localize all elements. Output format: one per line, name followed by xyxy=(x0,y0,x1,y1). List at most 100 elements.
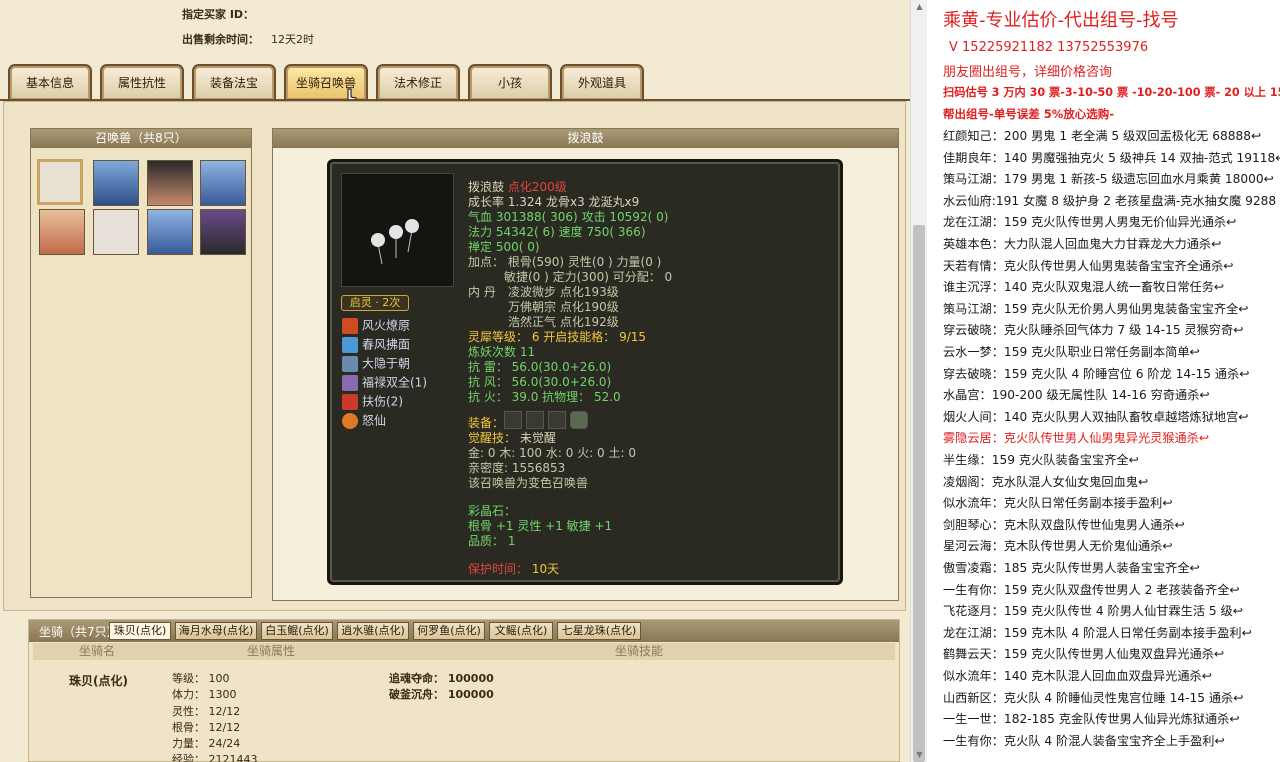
pet-list: 召唤兽（共8只） xyxy=(30,128,252,598)
tab-child[interactable]: 小孩 xyxy=(468,64,552,100)
ad-title: 乘黄-专业估价-代出组号-找号 xyxy=(943,10,1179,31)
ad-list-item: 傲雪凌霜：185 克火队传世男人装备宝宝齐全↩ xyxy=(943,561,1200,575)
ad-list-item: 龙在江湖：159 克火队传世男人男鬼无价仙异光通杀↩ xyxy=(943,215,1237,230)
tab-spells[interactable]: 法术修正 xyxy=(376,64,460,100)
pet-portrait-6[interactable] xyxy=(93,209,139,255)
mount-tab-3[interactable]: 白玉鲲(点化) xyxy=(261,622,333,640)
resist-fire: 抗 火： 39.0 抗物理： 52.0 xyxy=(468,390,621,404)
skill-5[interactable]: 扶伤(2) xyxy=(342,394,403,412)
page-scrollbar[interactable]: ▲ ▼ xyxy=(910,0,927,762)
ad-list-item: 策马江湖：179 男鬼 1 新孩-5 级遗忘回血水月乘黄 18000↩ xyxy=(943,172,1274,187)
ad-list-item: 似水流年：140 克木队混人回血血双盘异光通杀↩ xyxy=(943,669,1212,683)
buyer-id-label: 指定买家 ID： xyxy=(182,8,255,21)
pet-portrait-2[interactable] xyxy=(93,160,139,206)
remaining-time-label: 出售剩余时间： xyxy=(182,33,259,46)
skill-4[interactable]: 福禄双全(1) xyxy=(342,375,427,393)
resist-thunder: 抗 雷： 56.0(30.0+26.0) xyxy=(468,360,612,374)
pet-portrait-5[interactable] xyxy=(39,209,85,255)
pet-portrait-8[interactable] xyxy=(200,209,246,255)
gem-stats: 根骨 +1 灵性 +1 敏捷 +1 xyxy=(468,519,613,533)
ad-list-item: 鹤舞云天：159 克火队传世男人仙鬼双盘异光通杀↩ xyxy=(943,647,1225,662)
mount-tab-1[interactable]: 珠贝(点化) xyxy=(109,622,171,640)
neidan-2: 万佛朝宗 点化190级 xyxy=(508,300,619,314)
skill-3[interactable]: 大隐于朝 xyxy=(342,356,410,374)
mount-tab-6[interactable]: 文鳐(点化) xyxy=(489,622,553,640)
remaining-time-value: 12天2时 xyxy=(271,33,314,46)
mount-section: 坐骑（共7只） 珠贝(点化) 海月水母(点化) 白玉鲲(点化) 逍水骓(点化) … xyxy=(28,619,900,762)
tab-equipment[interactable]: 装备法宝 xyxy=(192,64,276,100)
equip-slot-1[interactable] xyxy=(504,411,522,429)
ad-line-3: 朋友圈出组号，详细价格咨询 xyxy=(943,65,1113,80)
pet-portrait-4[interactable] xyxy=(200,160,246,206)
skill-1[interactable]: 风火燎原 xyxy=(342,318,410,336)
ad-list-item: 水晶宫：190-200 级无属性队 14-16 穷奇通杀↩ xyxy=(943,388,1210,403)
points-line-1: 加点： 根骨(590) 灵性(0 ) 力量(0 ) xyxy=(468,255,662,269)
tab-basic-info[interactable]: 基本信息 xyxy=(8,64,92,100)
ad-list-item: 飞花逐月：159 克火队传世 4 阶男人仙甘霖生活 5 级↩ xyxy=(943,604,1243,619)
ad-list-item: 佳期良年：140 男魔强抽克火 5 级神兵 14 双抽-范式 19118↩ xyxy=(943,150,1280,165)
ad-list-item: 一生一世：182-185 克金队传世男人仙异光炼狱通杀↩ xyxy=(943,712,1240,727)
ad-list-item: 剑胆琴心：克木队双盘队传世仙鬼男人通杀↩ xyxy=(943,517,1185,532)
pet-detail-card: 启灵 · 2次 风火燎原 春风拂面 大隐于朝 福禄双全(1) 扶伤(2) 怒仙 … xyxy=(327,159,843,585)
quality-line: 品质： 1 xyxy=(468,534,516,548)
equip-label: 装备： xyxy=(468,416,505,430)
ad-list-item: 一生有你：159 克火队双盘传世男人 2 老孩装备齐全↩ xyxy=(943,582,1240,597)
pet-detail-title: 拨浪鼓 xyxy=(273,129,898,148)
skill-2[interactable]: 春风拂面 xyxy=(342,337,410,355)
pet-portrait-7[interactable] xyxy=(147,209,193,255)
ad-list-item: 穿云破晓：克火队睡杀回气体力 7 级 14-15 灵猴穷奇↩ xyxy=(943,323,1244,338)
scroll-up-icon[interactable]: ▲ xyxy=(911,0,928,14)
rattle-drum-icon xyxy=(371,219,419,265)
mount-tab-7[interactable]: 七星龙珠(点化) xyxy=(557,622,641,640)
ad-phone: V 15225921182 13752553976 xyxy=(949,40,1149,55)
ad-list-item: 策马江湖：159 克火队无价男人男仙男鬼装备宝宝齐全↩ xyxy=(943,301,1249,316)
neidan-label: 内 丹 xyxy=(468,285,496,299)
ad-list-item: 星河云海：克木队传世男人无价鬼仙通杀↩ xyxy=(943,539,1173,554)
hide-skill-icon xyxy=(342,356,358,372)
ad-list-item: 半生缘：159 克火队装备宝宝齐全↩ xyxy=(943,453,1139,467)
pet-portrait-1[interactable] xyxy=(37,159,83,205)
mount-tab-5[interactable]: 何罗鱼(点化) xyxy=(413,622,485,640)
tab-appearance[interactable]: 外观道具 xyxy=(560,64,644,100)
growth-line: 成长率 1.324 龙骨x3 龙涎丸x9 xyxy=(468,195,640,209)
lingxi-line: 灵犀等级： 6 开启技能格： 9/15 xyxy=(468,330,647,344)
pet-image xyxy=(341,173,454,287)
heal-skill-icon xyxy=(342,394,358,410)
mount-tab-4[interactable]: 逍水骓(点化) xyxy=(337,622,409,640)
ad-list-item: 山西新区：克火队 4 阶睡仙灵性鬼宫位睡 14-15 通杀↩ xyxy=(943,690,1244,705)
mount-tab-2[interactable]: 海月水母(点化) xyxy=(175,622,257,640)
ad-list-item: 云水一梦：159 克火队职业日常任务副本简单↩ xyxy=(943,345,1200,359)
ad-list-item: 天若有情：克火队传世男人仙男鬼装备宝宝齐全通杀↩ xyxy=(943,258,1234,273)
tab-attributes[interactable]: 属性抗性 xyxy=(100,64,184,100)
neidan-3: 浩然正气 点化192级 xyxy=(508,315,619,329)
pet-portrait-3[interactable] xyxy=(147,160,193,206)
mount-attrs: 等级： 100 体力： 1300 灵性： 12/12 根骨： 12/12 力量：… xyxy=(172,672,258,762)
listing-page: 指定买家 ID： 出售剩余时间： 12天2时 基本信息 属性抗性 装备法宝 坐骑… xyxy=(0,0,910,762)
equip-slot-4[interactable] xyxy=(570,411,588,429)
ad-list-item: 似水流年：克火队日常任务副本接手盈利↩ xyxy=(943,496,1173,511)
ad-list-item: 凌烟阁：克水队混人女仙女鬼回血鬼↩ xyxy=(943,474,1149,489)
neidan-1: 凌波微步 点化193级 xyxy=(508,285,619,299)
ad-document: 乘黄-专业估价-代出组号-找号 V 15225921182 1375255397… xyxy=(927,0,1280,762)
awaken-line: 觉醒技： 未觉醒 xyxy=(468,431,556,445)
equip-slot-2[interactable] xyxy=(526,411,544,429)
skill-6[interactable]: 怒仙 xyxy=(342,413,386,431)
mp-speed-line: 法力 54342( 6) 速度 750( 366) xyxy=(468,225,646,239)
ad-list-item: 烟火人间：140 克火队男人双抽队畜牧卓越塔炼狱地宫↩ xyxy=(943,409,1249,424)
elements-line: 金: 0 木: 100 水: 0 火: 0 土: 0 xyxy=(468,446,636,460)
intimacy-line: 亲密度: 1556853 xyxy=(468,461,566,475)
scroll-down-icon[interactable]: ▼ xyxy=(911,748,928,762)
scroll-thumb[interactable] xyxy=(913,225,925,762)
ad-list-item: 水云仙府:191 女魔 8 级护身 2 老孩星盘满-克水抽女魔 9288 xyxy=(943,193,1277,208)
mount-table-header: 坐骑名 坐骑属性 坐骑技能 xyxy=(33,643,895,660)
ad-list-item: 穿去破晓：159 克火队 4 阶睡宫位 6 阶龙 14-15 通杀↩ xyxy=(943,366,1250,381)
ad-list-item: 一生有你：克火队 4 阶混人装备宝宝齐全上手盈利↩ xyxy=(943,733,1225,748)
equip-slot-3[interactable] xyxy=(548,411,566,429)
ad-list-item: 红颜知己：200 男鬼 1 老全满 5 级双回盂极化无 68888↩ xyxy=(943,129,1262,143)
wind-skill-icon xyxy=(342,337,358,353)
hp-atk-line: 气血 301388( 306) 攻击 10592( 0) xyxy=(468,210,669,224)
gem-label: 彩晶石： xyxy=(468,504,517,518)
mount-count-title: 坐骑（共7只） xyxy=(39,625,119,639)
blessing-skill-icon xyxy=(342,375,358,391)
expire-line: 保护时间： 10天 xyxy=(468,562,560,576)
